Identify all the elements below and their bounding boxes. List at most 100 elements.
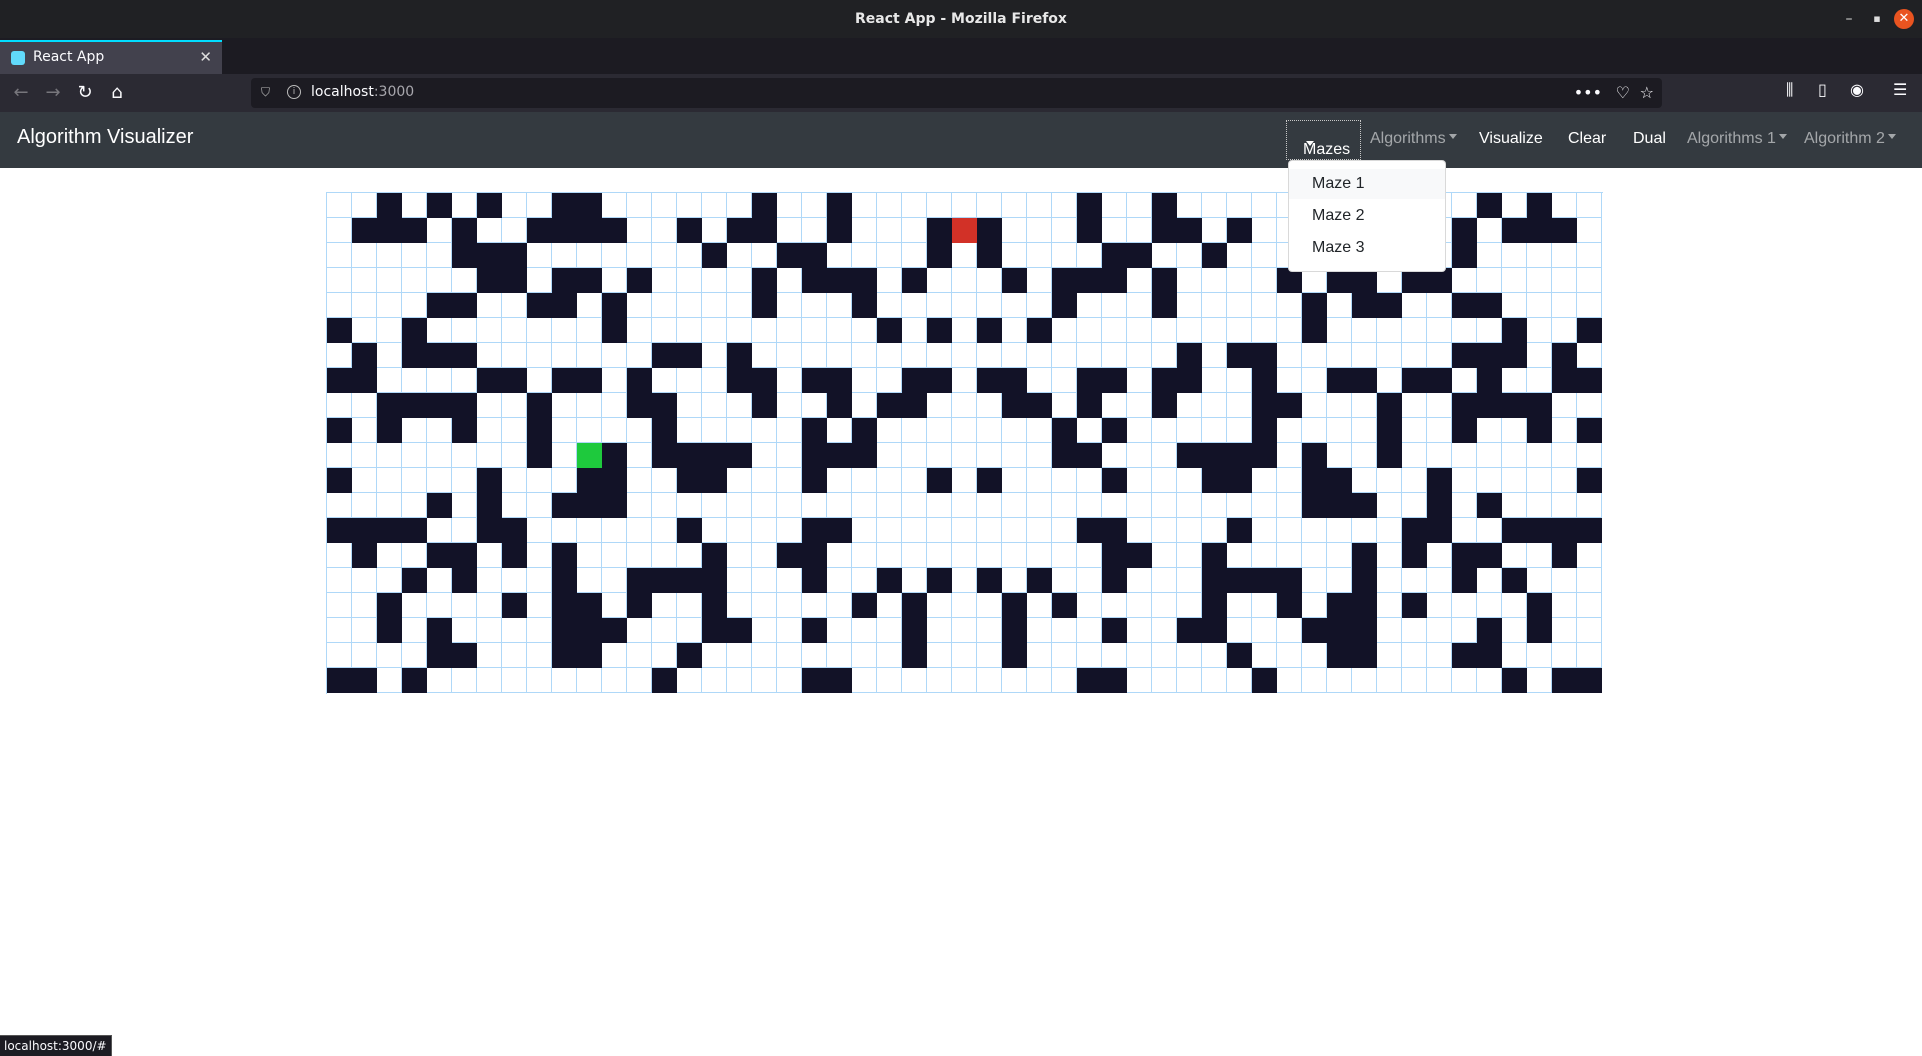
wall-cell[interactable] — [402, 518, 427, 543]
grid-cell[interactable] — [677, 243, 702, 268]
grid-cell[interactable] — [402, 293, 427, 318]
grid-cell[interactable] — [1002, 493, 1027, 518]
wall-cell[interactable] — [602, 493, 627, 518]
grid-cell[interactable] — [577, 418, 602, 443]
wall-cell[interactable] — [552, 218, 577, 243]
wall-cell[interactable] — [552, 618, 577, 643]
grid-cell[interactable] — [502, 468, 527, 493]
grid-cell[interactable] — [952, 443, 977, 468]
grid-cell[interactable] — [927, 493, 952, 518]
grid-cell[interactable] — [952, 618, 977, 643]
grid-cell[interactable] — [1477, 668, 1502, 693]
grid-cell[interactable] — [427, 318, 452, 343]
grid-cell[interactable] — [1002, 568, 1027, 593]
grid-cell[interactable] — [1202, 343, 1227, 368]
grid-cell[interactable] — [977, 668, 1002, 693]
wall-cell[interactable] — [502, 543, 527, 568]
wall-cell[interactable] — [1202, 593, 1227, 618]
grid-cell[interactable] — [427, 443, 452, 468]
grid-cell[interactable] — [502, 493, 527, 518]
grid-cell[interactable] — [1277, 643, 1302, 668]
grid-cell[interactable] — [952, 193, 977, 218]
grid-cell[interactable] — [352, 618, 377, 643]
grid-cell[interactable] — [1027, 343, 1052, 368]
grid-cell[interactable] — [502, 643, 527, 668]
wall-cell[interactable] — [727, 343, 752, 368]
wall-cell[interactable] — [1477, 343, 1502, 368]
grid-cell[interactable] — [1477, 518, 1502, 543]
wall-cell[interactable] — [1002, 268, 1027, 293]
grid-cell[interactable] — [1152, 468, 1177, 493]
grid-cell[interactable] — [1202, 493, 1227, 518]
grid-cell[interactable] — [452, 443, 477, 468]
grid-cell[interactable] — [627, 618, 652, 643]
wall-cell[interactable] — [1427, 493, 1452, 518]
grid-cell[interactable] — [402, 418, 427, 443]
grid-cell[interactable] — [602, 643, 627, 668]
wall-cell[interactable] — [477, 368, 502, 393]
wall-cell[interactable] — [1202, 568, 1227, 593]
wall-cell[interactable] — [452, 293, 477, 318]
wall-cell[interactable] — [1302, 468, 1327, 493]
wall-cell[interactable] — [727, 368, 752, 393]
grid-cell[interactable] — [427, 268, 452, 293]
wall-cell[interactable] — [1327, 468, 1352, 493]
grid-cell[interactable] — [1552, 293, 1577, 318]
grid-cell[interactable] — [852, 468, 877, 493]
grid-cell[interactable] — [352, 468, 377, 493]
grid-cell[interactable] — [352, 243, 377, 268]
wall-cell[interactable] — [602, 318, 627, 343]
wall-cell[interactable] — [577, 368, 602, 393]
grid-cell[interactable] — [802, 218, 827, 243]
grid-cell[interactable] — [527, 568, 552, 593]
wall-cell[interactable] — [1502, 568, 1527, 593]
grid-cell[interactable] — [752, 468, 777, 493]
grid-cell[interactable] — [327, 243, 352, 268]
wall-cell[interactable] — [1002, 368, 1027, 393]
grid-cell[interactable] — [1077, 293, 1102, 318]
grid-cell[interactable] — [327, 343, 352, 368]
grid-cell[interactable] — [627, 468, 652, 493]
wall-cell[interactable] — [1202, 618, 1227, 643]
grid-cell[interactable] — [1077, 593, 1102, 618]
grid-cell[interactable] — [1302, 643, 1327, 668]
grid-cell[interactable] — [1452, 618, 1477, 643]
wall-cell[interactable] — [927, 243, 952, 268]
grid-cell[interactable] — [1002, 468, 1027, 493]
grid-cell[interactable] — [752, 518, 777, 543]
grid-cell[interactable] — [702, 643, 727, 668]
grid-cell[interactable] — [1527, 443, 1552, 468]
grid-cell[interactable] — [352, 418, 377, 443]
grid-cell[interactable] — [527, 318, 552, 343]
grid-cell[interactable] — [1127, 593, 1152, 618]
wall-cell[interactable] — [827, 518, 852, 543]
wall-cell[interactable] — [1102, 418, 1127, 443]
grid-cell[interactable] — [1502, 493, 1527, 518]
grid-cell[interactable] — [1302, 368, 1327, 393]
wall-cell[interactable] — [927, 218, 952, 243]
grid-cell[interactable] — [977, 493, 1002, 518]
wall-cell[interactable] — [1102, 518, 1127, 543]
grid-cell[interactable] — [1427, 343, 1452, 368]
wall-cell[interactable] — [377, 518, 402, 543]
wall-cell[interactable] — [677, 343, 702, 368]
wall-cell[interactable] — [1102, 618, 1127, 643]
grid-cell[interactable] — [927, 643, 952, 668]
grid-cell[interactable] — [1077, 318, 1102, 343]
grid-cell[interactable] — [1227, 393, 1252, 418]
grid-cell[interactable] — [577, 293, 602, 318]
grid-cell[interactable] — [477, 593, 502, 618]
wall-cell[interactable] — [1077, 218, 1102, 243]
grid-cell[interactable] — [327, 218, 352, 243]
grid-cell[interactable] — [1202, 643, 1227, 668]
grid-cell[interactable] — [652, 243, 677, 268]
wall-cell[interactable] — [1452, 243, 1477, 268]
grid-cell[interactable] — [977, 643, 1002, 668]
grid-cell[interactable] — [1077, 643, 1102, 668]
grid-cell[interactable] — [702, 418, 727, 443]
grid-cell[interactable] — [1377, 318, 1402, 343]
wall-cell[interactable] — [1552, 368, 1577, 393]
grid-cell[interactable] — [777, 518, 802, 543]
grid-cell[interactable] — [952, 468, 977, 493]
grid-cell[interactable] — [352, 568, 377, 593]
